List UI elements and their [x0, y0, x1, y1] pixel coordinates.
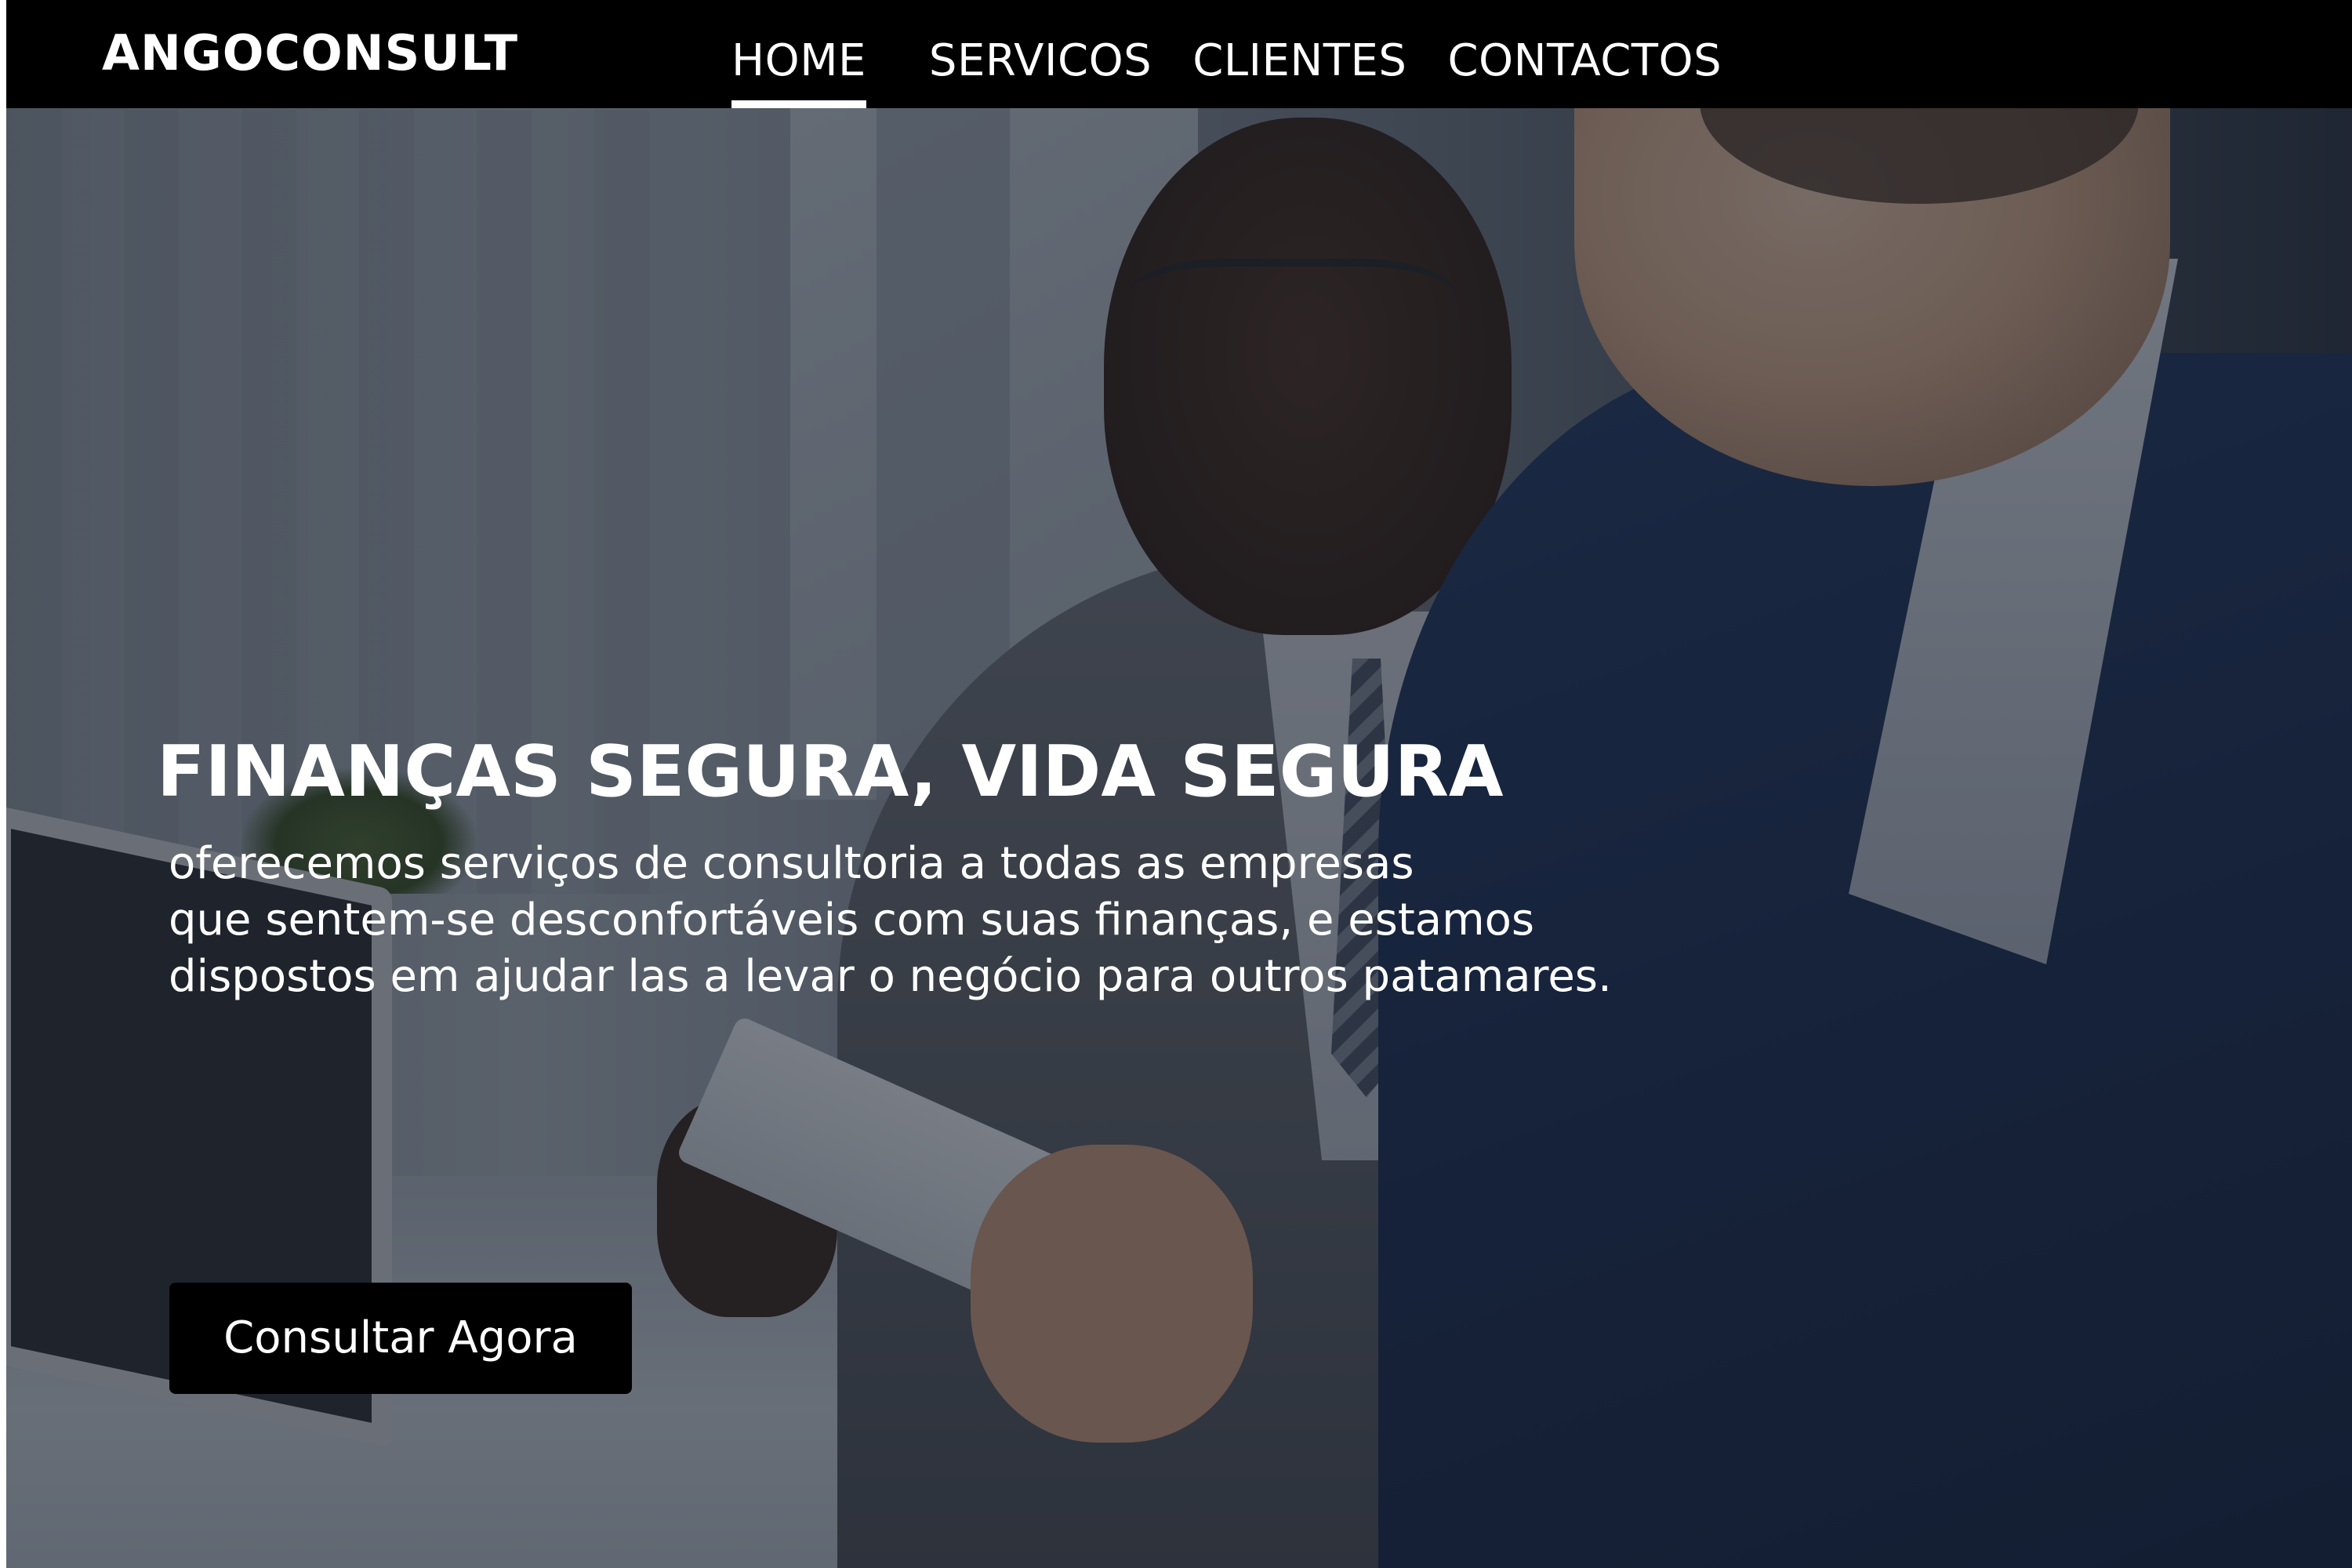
- nav-home[interactable]: HOME: [731, 30, 866, 108]
- nav-contactos[interactable]: CONTACTOS: [1447, 30, 1722, 93]
- main-nav: HOME SERVICOS CLIENTES CONTACTOS: [731, 30, 1722, 108]
- brand-logo[interactable]: ANGOCONSULT: [102, 22, 518, 85]
- landing-page: ANGOCONSULT HOME SERVICOS CLIENTES CONTA…: [0, 0, 2352, 1568]
- hero-description-line: oferecemos serviços de consultoria a tod…: [169, 838, 1414, 889]
- nav-servicos[interactable]: SERVICOS: [929, 30, 1152, 93]
- top-navbar: ANGOCONSULT HOME SERVICOS CLIENTES CONTA…: [6, 0, 2352, 108]
- hero-description-line: que sentem-se desconfortáveis com suas f…: [169, 895, 1535, 946]
- consultar-agora-button[interactable]: Consultar Agora: [169, 1283, 632, 1394]
- hero-description: oferecemos serviços de consultoria a tod…: [169, 836, 1815, 1005]
- hero-description-line: dispostos em ajudar las a levar o negóci…: [169, 951, 1612, 1002]
- hero-headline: FINANÇAS SEGURA, VIDA SEGURA: [157, 731, 1504, 813]
- nav-clientes[interactable]: CLIENTES: [1192, 30, 1406, 93]
